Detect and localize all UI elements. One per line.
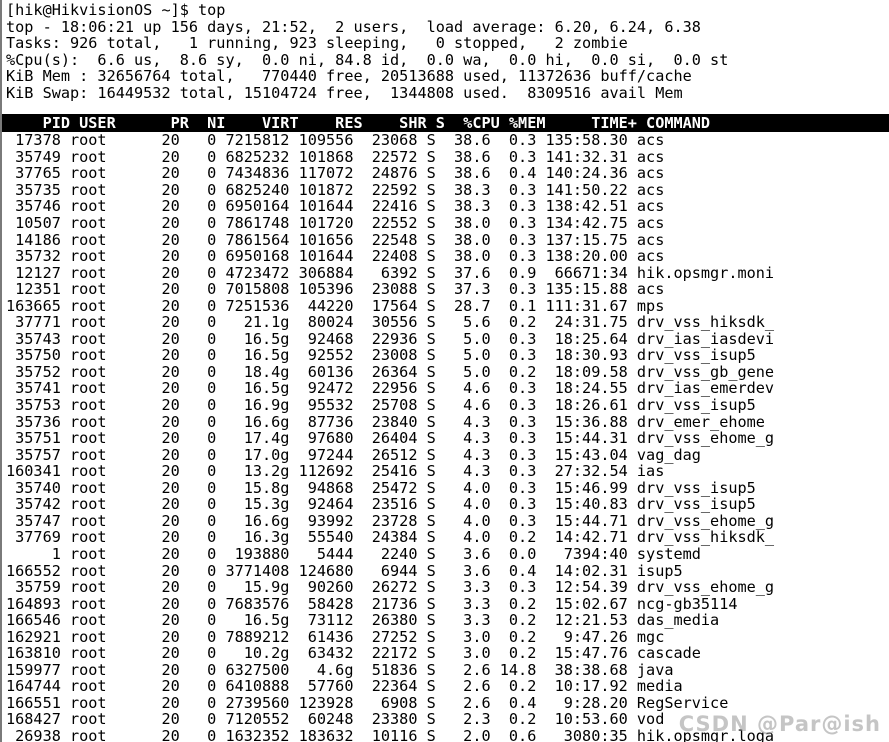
- process-row: 12351 root 20 0 7015808 105396 23088 S 3…: [6, 280, 665, 299]
- shell-prompt-line: [hik@HikvisionOS ~]$ top: [6, 1, 226, 19]
- process-row: 35742 root 20 0 15.3g 92464 23516 S 4.0 …: [6, 495, 756, 514]
- process-row: 1 root 20 0 193880 5444 2240 S 3.6 0.0 7…: [6, 544, 701, 563]
- process-row: 35746 root 20 0 6950164 101644 22416 S 3…: [6, 197, 665, 216]
- process-row: 164893 root 20 0 7683576 58428 21736 S 3…: [6, 594, 738, 613]
- process-row: 168427 root 20 0 7120552 60248 23380 S 2…: [6, 710, 665, 729]
- process-row: 35740 root 20 0 15.8g 94868 25472 S 4.0 …: [6, 478, 756, 497]
- process-row: 35752 root 20 0 18.4g 60136 26364 S 5.0 …: [6, 362, 775, 381]
- process-row: 35759 root 20 0 15.9g 90260 26272 S 3.3 …: [6, 578, 775, 597]
- process-row: 35743 root 20 0 16.5g 92468 22936 S 5.0 …: [6, 329, 775, 348]
- process-row: 35747 root 20 0 16.6g 93992 23728 S 4.0 …: [6, 511, 775, 530]
- process-row: 35750 root 20 0 16.5g 92552 23008 S 5.0 …: [6, 346, 756, 365]
- process-row: 166552 root 20 0 3771408 124680 6944 S 3…: [6, 561, 683, 580]
- process-table-body: 17378 root 20 0 7215812 109556 23068 S 3…: [2, 132, 889, 742]
- process-row: 163810 root 20 0 10.2g 63432 22172 S 3.0…: [6, 644, 701, 663]
- process-row: 166546 root 20 0 16.5g 73112 26380 S 3.3…: [6, 611, 720, 630]
- process-row: 37765 root 20 0 7434836 117072 24876 S 3…: [6, 164, 665, 183]
- process-row: 160341 root 20 0 13.2g 112692 25416 S 4.…: [6, 462, 665, 481]
- top-summary-mem-line: KiB Mem : 32656764 total, 770440 free, 2…: [6, 67, 692, 86]
- process-row: 162921 root 20 0 7889212 61436 27252 S 3…: [6, 627, 665, 646]
- process-row: 26938 root 20 0 1632352 183632 10116 S 2…: [6, 726, 775, 742]
- process-row: 35757 root 20 0 17.0g 97244 26512 S 4.3 …: [6, 445, 701, 464]
- terminal-window[interactable]: [hik@HikvisionOS ~]$ top top - 18:06:21 …: [0, 0, 889, 742]
- process-row: 35749 root 20 0 6825232 101868 22572 S 3…: [6, 147, 665, 166]
- top-summary-cpu-line: %Cpu(s): 6.6 us, 8.6 sy, 0.0 ni, 84.8 id…: [6, 50, 729, 69]
- process-table-column-header[interactable]: PID USER PR NI VIRT RES SHR S %CPU %MEM …: [2, 114, 889, 133]
- process-row: 10507 root 20 0 7861748 101720 22552 S 3…: [6, 214, 665, 233]
- process-row: 35736 root 20 0 16.6g 87736 23840 S 4.3 …: [6, 412, 765, 431]
- process-row: 35751 root 20 0 17.4g 97680 26404 S 4.3 …: [6, 429, 775, 448]
- terminal-screen: [hik@HikvisionOS ~]$ top top - 18:06:21 …: [2, 0, 889, 742]
- process-row: 35741 root 20 0 16.5g 92472 22956 S 4.6 …: [6, 379, 775, 398]
- top-summary-swap-line: KiB Swap: 16449532 total, 15104724 free,…: [6, 83, 683, 102]
- process-row: 163665 root 20 0 7251536 44220 17564 S 2…: [6, 296, 665, 315]
- process-row: 37769 root 20 0 16.3g 55540 24384 S 4.0 …: [6, 528, 775, 547]
- process-row: 17378 root 20 0 7215812 109556 23068 S 3…: [6, 131, 665, 150]
- process-row: 35732 root 20 0 6950168 101644 22408 S 3…: [6, 247, 665, 266]
- blank-separator-line: [2, 101, 889, 114]
- process-row: 37771 root 20 0 21.1g 80024 30556 S 5.6 …: [6, 313, 775, 332]
- top-summary-uptime-line: top - 18:06:21 up 156 days, 21:52, 2 use…: [6, 17, 701, 36]
- process-row: 35735 root 20 0 6825240 101872 22592 S 3…: [6, 180, 665, 199]
- process-row: 166551 root 20 0 2739560 123928 6908 S 2…: [6, 693, 729, 712]
- process-row: 12127 root 20 0 4723472 306884 6392 S 37…: [6, 263, 775, 282]
- process-row: 14186 root 20 0 7861564 101656 22548 S 3…: [6, 230, 665, 249]
- process-row: 159977 root 20 0 6327500 4.6g 51836 S 2.…: [6, 660, 674, 679]
- process-row: 164744 root 20 0 6410888 57760 22364 S 2…: [6, 677, 683, 696]
- process-row: 35753 root 20 0 16.9g 95532 25708 S 4.6 …: [6, 396, 756, 415]
- top-summary-tasks-line: Tasks: 926 total, 1 running, 923 sleepin…: [6, 34, 628, 53]
